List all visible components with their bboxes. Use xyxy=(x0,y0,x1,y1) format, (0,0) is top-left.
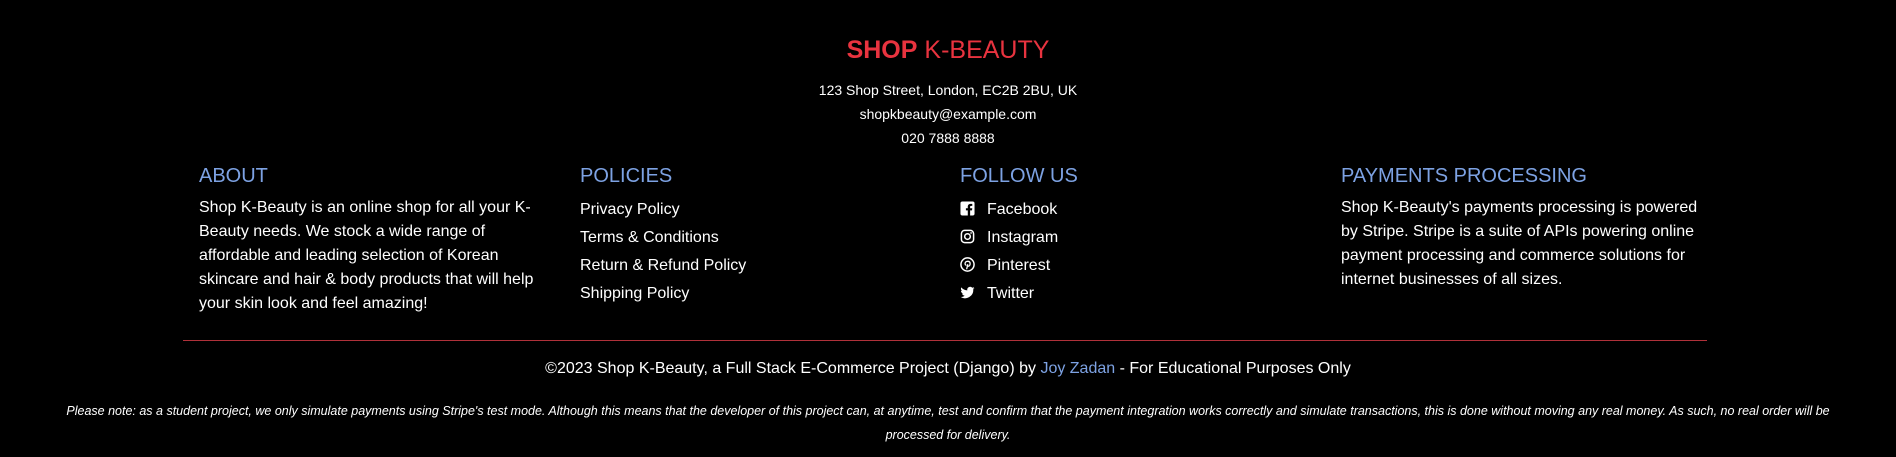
twitter-icon xyxy=(960,286,975,299)
about-text: Shop K-Beauty is an online shop for all … xyxy=(199,199,534,312)
contact-address: 123 Shop Street, London, EC2B 2BU, UK xyxy=(818,82,1078,98)
contact-email[interactable]: shopkbeauty@example.com xyxy=(0,102,1896,126)
facebook-link[interactable]: Facebook xyxy=(960,196,1320,224)
author-link[interactable]: Joy Zadan xyxy=(1040,360,1115,377)
follow-section: FOLLOW US Facebook Instagram Pinterest T… xyxy=(960,164,1320,308)
payments-text: Shop K-Beauty's payments processing is p… xyxy=(1341,199,1698,288)
brand-kbeauty: K-BEAUTY xyxy=(924,36,1050,64)
instagram-link[interactable]: Instagram xyxy=(960,224,1320,252)
twitter-link[interactable]: Twitter xyxy=(960,280,1320,308)
facebook-icon xyxy=(960,201,975,216)
instagram-icon xyxy=(960,229,975,244)
facebook-label: Facebook xyxy=(987,201,1058,218)
contact-phone: 020 7888 8888 xyxy=(901,130,995,146)
terms-conditions-link[interactable]: Terms & Conditions xyxy=(580,224,940,252)
pinterest-link[interactable]: Pinterest xyxy=(960,252,1320,280)
payments-heading: PAYMENTS PROCESSING xyxy=(1341,165,1587,187)
policies-heading: POLICIES xyxy=(580,165,673,187)
footer-divider xyxy=(183,340,1707,341)
site-footer: SHOP K-BEAUTY 123 Shop Street, London, E… xyxy=(0,0,1896,457)
footer-columns: ABOUT Shop K-Beauty is an online shop fo… xyxy=(0,164,1896,324)
copyright-suffix: - For Educational Purposes Only xyxy=(1115,360,1351,377)
about-heading: ABOUT xyxy=(199,165,268,187)
pinterest-label: Pinterest xyxy=(987,257,1051,274)
shipping-policy-link[interactable]: Shipping Policy xyxy=(580,280,940,308)
twitter-label: Twitter xyxy=(987,285,1035,302)
policies-section: POLICIES Privacy Policy Terms & Conditio… xyxy=(580,164,940,308)
privacy-policy-link[interactable]: Privacy Policy xyxy=(580,196,940,224)
instagram-label: Instagram xyxy=(987,229,1059,246)
contact-info: 123 Shop Street, London, EC2B 2BU, UK sh… xyxy=(0,78,1896,150)
payments-section: PAYMENTS PROCESSING Shop K-Beauty's paym… xyxy=(1341,164,1701,292)
follow-heading: FOLLOW US xyxy=(960,165,1078,187)
copyright-line: ©2023 Shop K-Beauty, a Full Stack E-Comm… xyxy=(0,358,1896,380)
payment-disclaimer: Please note: as a student project, we on… xyxy=(66,404,1830,442)
about-section: ABOUT Shop K-Beauty is an online shop fo… xyxy=(199,164,559,316)
policies-list: Privacy Policy Terms & Conditions Return… xyxy=(580,196,940,308)
brand-logo[interactable]: SHOP K-BEAUTY xyxy=(0,0,1896,65)
brand-shop: SHOP xyxy=(846,36,918,64)
return-refund-policy-link[interactable]: Return & Refund Policy xyxy=(580,252,940,280)
social-list: Facebook Instagram Pinterest Twitter xyxy=(960,196,1320,308)
copyright-prefix: ©2023 Shop K-Beauty, a Full Stack E-Comm… xyxy=(545,360,1041,377)
pinterest-icon xyxy=(960,257,975,272)
